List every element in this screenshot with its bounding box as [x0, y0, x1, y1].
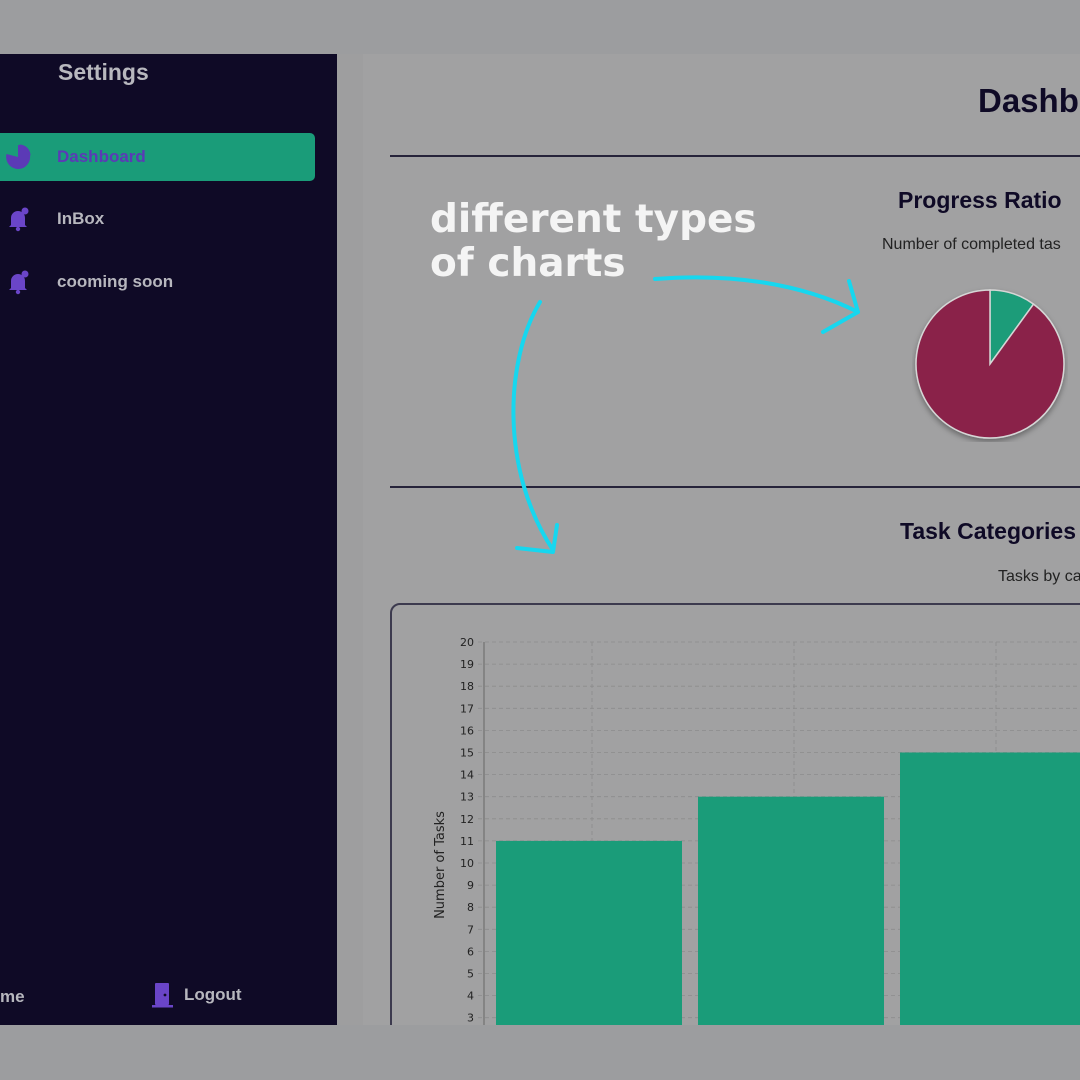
bar	[496, 840, 682, 1025]
bell-icon	[9, 270, 29, 295]
sidebar-footer-home-link[interactable]: me	[0, 987, 25, 1007]
y-tick-label: 16	[460, 724, 474, 737]
y-tick-label: 20	[460, 636, 474, 649]
pie-chart-icon	[6, 144, 31, 169]
sidebar-item-coming-soon[interactable]: cooming soon	[0, 258, 315, 306]
sidebar-item-label: Dashboard	[57, 147, 146, 166]
y-tick-label: 9	[467, 879, 474, 892]
bar	[698, 796, 884, 1025]
y-tick-label: 8	[467, 901, 474, 914]
y-tick-label: 17	[460, 702, 474, 715]
y-tick-label: 5	[467, 968, 474, 981]
y-tick-label: 10	[460, 857, 474, 870]
y-tick-label: 14	[460, 769, 474, 782]
progress-section-subtitle: Number of completed tas	[882, 236, 1061, 253]
annotation-text: different types of charts	[430, 198, 757, 286]
task-categories-bar-chart: Number of Tasks 3 4 5 6 7 8 9 10 11 12 13 14 15 16 17 1…	[433, 636, 1080, 1025]
sidebar-item-dashboard[interactable]: Dashboard	[0, 133, 315, 181]
sidebar-item-label: cooming soon	[57, 272, 174, 291]
y-tick-label: 4	[467, 990, 474, 1003]
progress-section-title: Progress Ratio	[898, 187, 1062, 213]
y-tick-label: 18	[460, 680, 474, 693]
y-tick-label: 3	[467, 1012, 474, 1025]
annotation-line: of charts	[430, 241, 626, 286]
door-icon	[152, 983, 173, 1008]
sidebar-item-label: InBox	[57, 209, 105, 228]
bar	[900, 752, 1080, 1025]
y-tick-label: 13	[460, 791, 474, 804]
bell-icon	[9, 207, 29, 232]
logout-button[interactable]: Logout	[152, 980, 242, 1010]
sidebar-item-inbox[interactable]: InBox	[0, 195, 315, 243]
y-tick-label: 19	[460, 658, 474, 671]
divider	[390, 486, 1080, 488]
y-tick-label: 11	[460, 835, 474, 848]
divider	[390, 155, 1080, 157]
bar-chart-card: Number of Tasks 3 4 5 6 7 8 9 10 11 12 13 14 15 16 17 1…	[390, 603, 1080, 1025]
sidebar-title: Settings	[58, 59, 149, 85]
y-tick-label: 7	[467, 923, 474, 936]
y-tick-label: 6	[467, 945, 474, 958]
progress-pie-chart	[915, 289, 1065, 439]
annotation-line: different types	[430, 197, 757, 242]
y-axis-label: Number of Tasks	[433, 811, 448, 919]
categories-section-subtitle: Tasks by ca	[998, 568, 1080, 585]
pie-slice	[915, 289, 1065, 439]
categories-section-title: Task Categories	[900, 518, 1076, 544]
y-tick-label: 15	[460, 747, 474, 760]
logout-label: Logout	[184, 985, 242, 1004]
y-tick-label: 12	[460, 813, 474, 826]
page-title: Dashb	[978, 82, 1079, 119]
sidebar: Settings Dashboard InBox cooming soon me	[0, 54, 337, 1025]
